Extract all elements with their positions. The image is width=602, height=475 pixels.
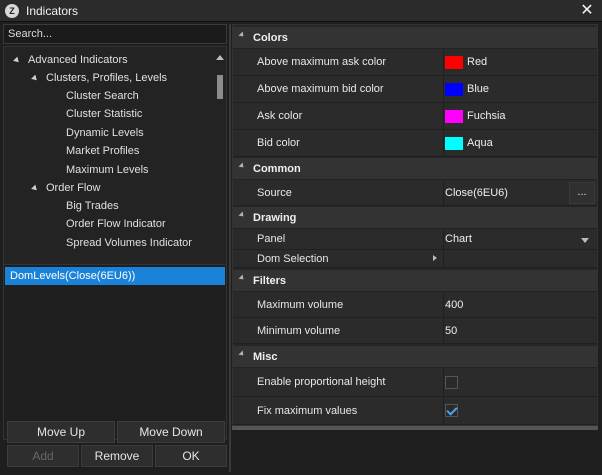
app-logo-icon: Z [5, 4, 19, 18]
fix-maximum-values-checkbox[interactable] [445, 404, 458, 417]
property-name: Minimum volume [257, 324, 341, 337]
property-name: Fix maximum values [257, 404, 358, 417]
color-swatch-icon [445, 55, 463, 69]
property-row-enable-proportional-height[interactable]: Enable proportional height [233, 368, 597, 397]
tree-item-dynamic-levels[interactable]: Dynamic Levels [66, 124, 144, 142]
property-grid-scrollbar[interactable] [232, 426, 598, 430]
left-panel: Search... Advanced Indicators Clusters, … [3, 24, 227, 472]
expand-triangle-icon[interactable] [31, 74, 39, 82]
color-label: Aqua [467, 137, 493, 149]
color-value[interactable]: Aqua [445, 130, 493, 156]
category-label: Common [253, 163, 301, 175]
property-row-fix-maximum-values[interactable]: Fix maximum values [233, 397, 597, 425]
tree-item-advanced-indicators[interactable]: Advanced Indicators [13, 51, 128, 69]
color-value[interactable]: Blue [445, 76, 489, 102]
scroll-up-icon[interactable] [216, 55, 224, 60]
add-button[interactable]: Add [7, 445, 79, 467]
color-swatch-icon [445, 82, 463, 96]
minimum-volume-field[interactable]: 50 [445, 318, 457, 343]
selected-indicators-list: DomLevels(Close(6EU6)) [3, 264, 227, 440]
tree-item-order-flow-indicator[interactable]: Order Flow Indicator [66, 215, 166, 233]
tree-item-order-flow[interactable]: Order Flow [31, 179, 101, 197]
property-name: Above maximum ask color [257, 56, 386, 68]
move-up-button[interactable]: Move Up [7, 421, 115, 443]
property-grid: Colors Above maximum ask color Red Above… [232, 24, 598, 426]
property-name: Ask color [257, 110, 303, 122]
property-name: Dom Selection [257, 252, 329, 265]
proportional-height-checkbox[interactable] [445, 375, 458, 389]
property-row-above-max-bid-color[interactable]: Above maximum bid color Blue [233, 76, 597, 103]
color-swatch-icon [445, 109, 463, 123]
property-row-ask-color[interactable]: Ask color Fuchsia [233, 103, 597, 130]
property-name: Source [257, 186, 292, 199]
property-grid-panel: Colors Above maximum ask color Red Above… [232, 24, 598, 472]
remove-button[interactable]: Remove [81, 445, 153, 467]
tree-item-spread-volumes-indicator[interactable]: Spread Volumes Indicator [66, 234, 192, 252]
scroll-thumb[interactable] [217, 75, 223, 99]
close-button[interactable]: ✕ [578, 1, 596, 21]
list-item-selected[interactable]: DomLevels(Close(6EU6)) [5, 267, 225, 285]
property-name: Maximum volume [257, 298, 344, 311]
chevron-down-icon[interactable] [581, 238, 589, 243]
tree-item-clusters-profiles-levels[interactable]: Clusters, Profiles, Levels [31, 69, 168, 87]
category-label: Drawing [253, 212, 297, 224]
property-row-bid-color[interactable]: Bid color Aqua [233, 130, 597, 157]
color-swatch-icon [445, 136, 463, 150]
expand-arrow-icon[interactable] [433, 255, 437, 261]
tree-item-cluster-search[interactable]: Cluster Search [66, 87, 139, 105]
property-name: Above maximum bid color [257, 83, 384, 95]
property-row-above-max-ask-color[interactable]: Above maximum ask color Red [233, 49, 597, 76]
color-value[interactable]: Red [445, 49, 487, 75]
color-label: Fuchsia [467, 110, 506, 122]
category-label: Filters [253, 275, 287, 287]
indicator-tree: Advanced Indicators Clusters, Profiles, … [3, 46, 227, 280]
property-row-maximum-volume[interactable]: Maximum volume 400 [233, 292, 597, 318]
category-label: Misc [253, 351, 278, 363]
collapse-triangle-icon[interactable] [238, 211, 246, 219]
property-name: Enable proportional height [257, 376, 386, 388]
property-row-minimum-volume[interactable]: Minimum volume 50 [233, 318, 597, 344]
tree-item-label: Clusters, Profiles, Levels [46, 72, 168, 84]
property-row-panel[interactable]: Panel Chart [233, 229, 597, 250]
browse-source-button[interactable]: ... [569, 182, 595, 204]
color-label: Blue [467, 83, 490, 95]
panel-select[interactable]: Chart [445, 229, 472, 249]
expand-triangle-icon[interactable] [13, 56, 21, 64]
tree-item-cluster-statistic[interactable]: Cluster Statistic [66, 105, 142, 123]
color-label: Red [467, 56, 488, 68]
color-value[interactable]: Fuchsia [445, 103, 506, 129]
search-input[interactable]: Search... [3, 24, 227, 44]
move-down-button[interactable]: Move Down [117, 421, 225, 443]
collapse-triangle-icon[interactable] [238, 274, 246, 282]
tree-item-label: Order Flow [46, 182, 101, 194]
collapse-triangle-icon[interactable] [238, 162, 246, 170]
property-row-source[interactable]: Source Close(6EU6) ... [233, 180, 597, 206]
collapse-triangle-icon[interactable] [238, 350, 246, 358]
ok-button[interactable]: OK [155, 445, 227, 467]
category-label: Colors [253, 32, 288, 44]
property-name: Bid color [257, 137, 300, 149]
property-name: Panel [257, 233, 286, 245]
collapse-triangle-icon[interactable] [238, 31, 246, 39]
source-value[interactable]: Close(6EU6) [445, 180, 508, 205]
category-colors[interactable]: Colors [233, 27, 597, 49]
expand-triangle-icon[interactable] [31, 184, 39, 192]
category-misc[interactable]: Misc [233, 346, 597, 368]
tree-item-label: Advanced Indicators [28, 54, 128, 66]
tree-item-big-trades[interactable]: Big Trades [66, 197, 119, 215]
panel-splitter[interactable] [229, 24, 231, 472]
tree-item-maximum-levels[interactable]: Maximum Levels [66, 161, 149, 179]
title-bar: Z Indicators ✕ [0, 0, 602, 22]
property-row-dom-selection[interactable]: Dom Selection [233, 250, 597, 268]
tree-scrollbar[interactable] [216, 49, 224, 277]
window-title: Indicators [26, 4, 79, 18]
category-common[interactable]: Common [233, 158, 597, 180]
maximum-volume-field[interactable]: 400 [445, 292, 463, 317]
tree-item-market-profiles[interactable]: Market Profiles [66, 142, 139, 160]
category-filters[interactable]: Filters [233, 270, 597, 292]
category-drawing[interactable]: Drawing [233, 207, 597, 229]
